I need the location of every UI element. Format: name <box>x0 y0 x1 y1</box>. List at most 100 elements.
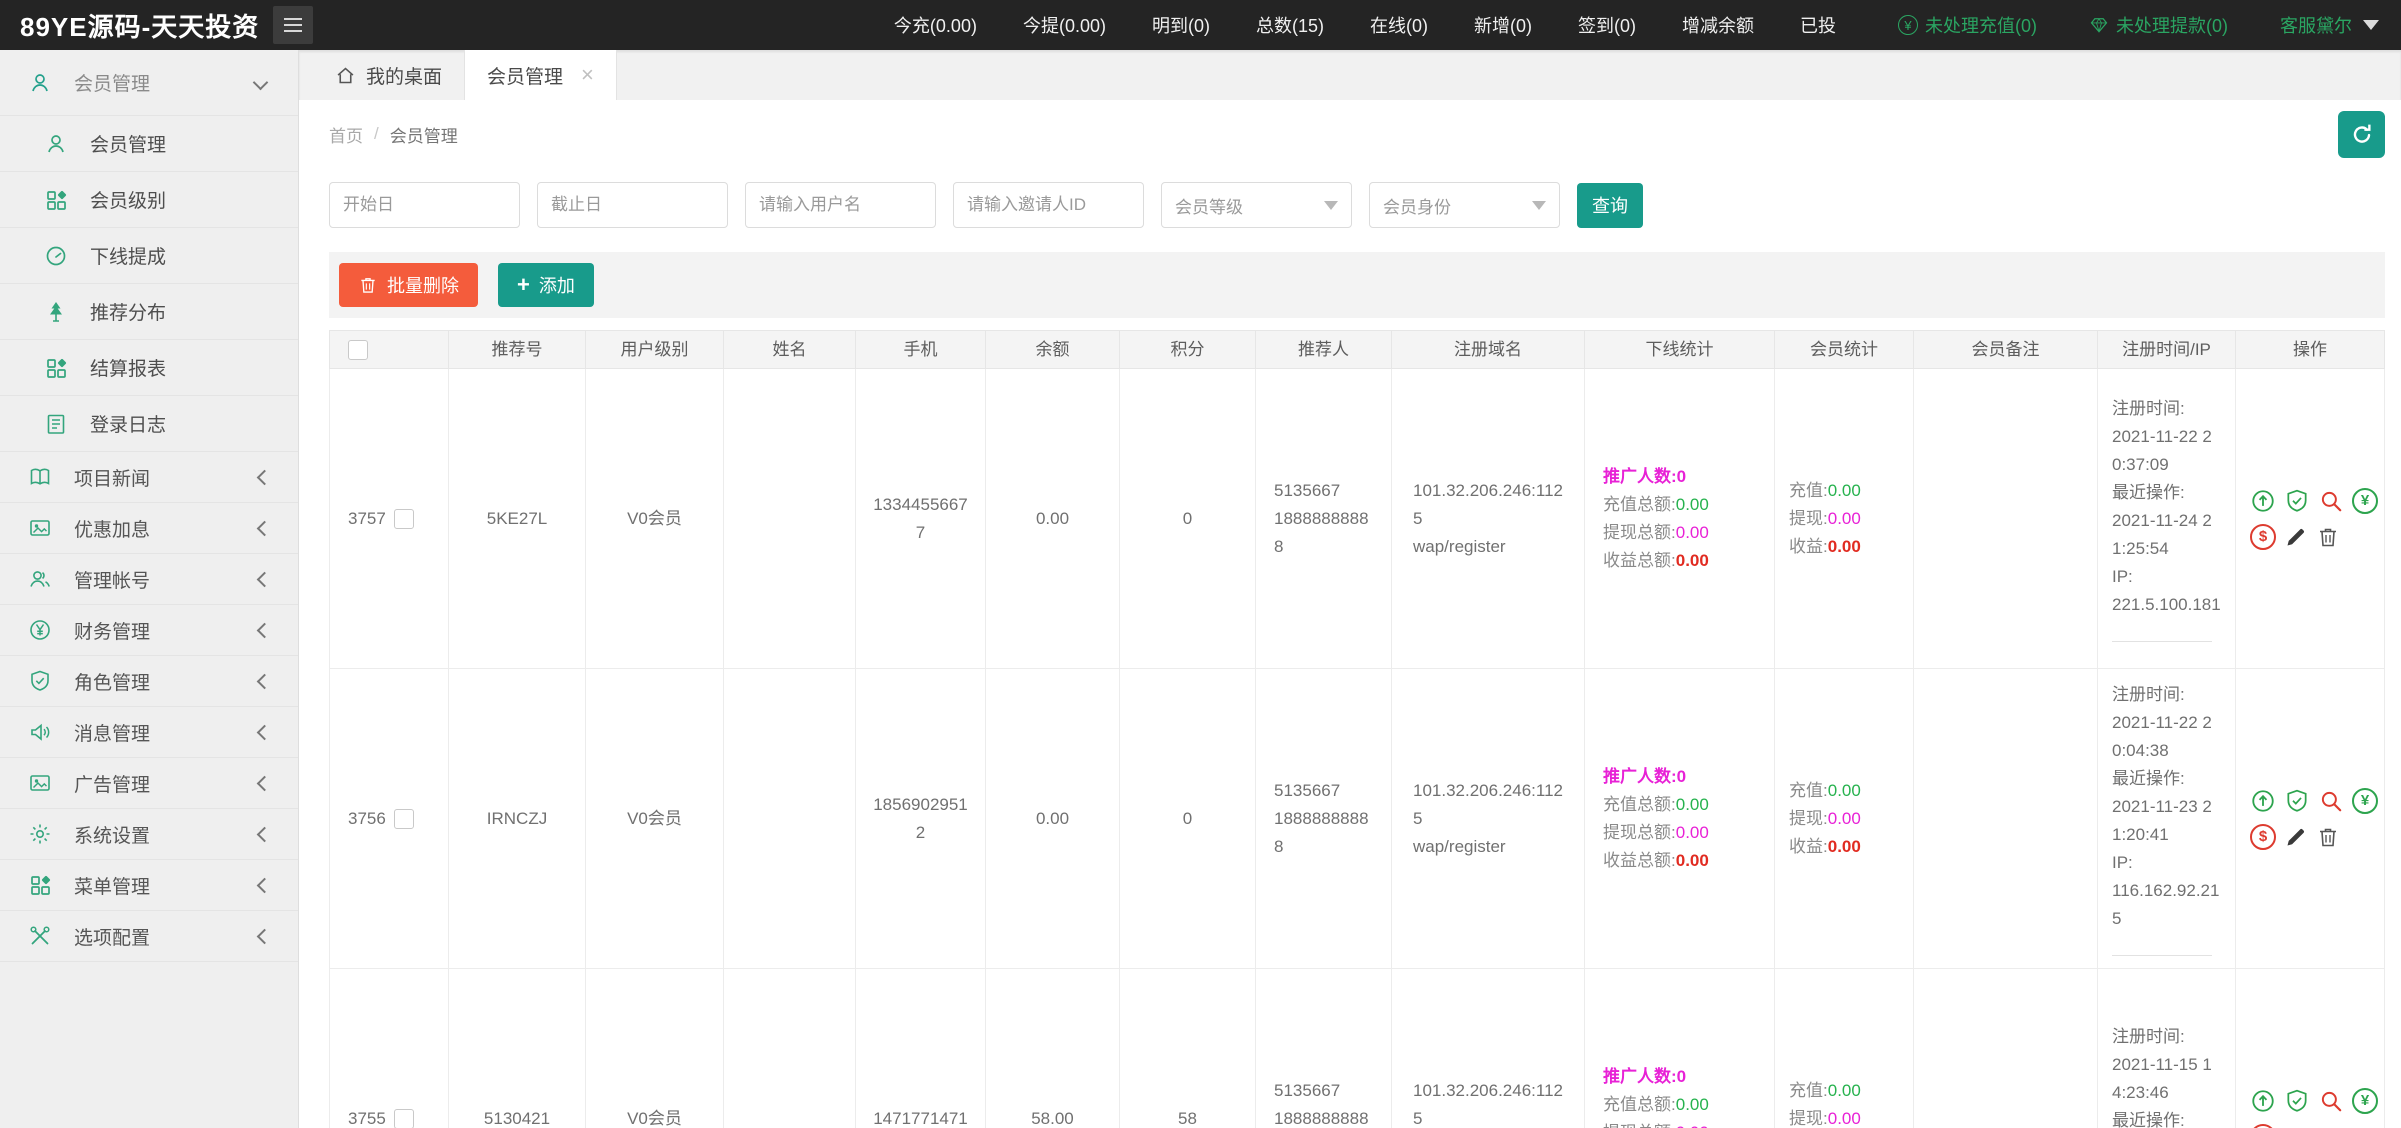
shield-check-icon[interactable] <box>2284 1088 2310 1114</box>
sidebar-item-label: 推荐分布 <box>90 298 166 325</box>
sidebar-group-ads[interactable]: 广告管理 <box>0 758 298 809</box>
chevron-left-icon <box>257 622 273 638</box>
sidebar-group-menu-management[interactable]: 菜单管理 <box>0 860 298 911</box>
edit-icon[interactable] <box>2284 1125 2308 1128</box>
cell-time-ip: 注册时间: 2021-11-15 14:23:46 最近操作: 2021-11-… <box>2098 969 2236 1128</box>
sidebar-item-label: 会员级别 <box>90 186 166 213</box>
close-icon[interactable]: × <box>581 64 594 86</box>
app-window: 89YE源码-天天投资 今充(0.00) 今提(0.00) 明到(0) 总数(1… <box>0 0 2401 1128</box>
yen-circle-icon <box>28 618 52 642</box>
row-checkbox[interactable] <box>394 809 414 829</box>
batch-delete-button[interactable]: 批量删除 <box>339 263 478 307</box>
speaker-icon <box>28 720 52 744</box>
tab-member-management[interactable]: 会员管理 × <box>464 50 617 100</box>
cell-points: 58 <box>1120 969 1256 1128</box>
upgrade-icon[interactable] <box>2250 1088 2276 1114</box>
yen-circle-icon[interactable]: ¥ <box>2352 488 2378 514</box>
end-date-input[interactable] <box>537 182 728 228</box>
search-button[interactable]: 查询 <box>1577 183 1643 228</box>
header-name: 姓名 <box>724 331 856 369</box>
sidebar-section-member-management[interactable]: 会员管理 <box>0 50 298 116</box>
upgrade-icon[interactable] <box>2250 488 2276 514</box>
search-icon[interactable] <box>2318 488 2344 514</box>
search-icon[interactable] <box>2318 788 2344 814</box>
chevron-down-icon <box>253 75 269 91</box>
yen-circle-icon[interactable]: ¥ <box>2352 788 2378 814</box>
sidebar-item-referral-distribution[interactable]: 推荐分布 <box>0 284 298 340</box>
delete-icon[interactable] <box>2316 525 2340 549</box>
stat-due-tomorrow: 明到(0) <box>1152 12 1210 38</box>
member-level-select[interactable]: 会员等级 <box>1161 182 1352 228</box>
member-identity-select[interactable]: 会员身份 <box>1369 182 1560 228</box>
cell-operations: ¥ $ <box>2236 369 2385 669</box>
sidebar-group-messages[interactable]: 消息管理 <box>0 707 298 758</box>
header-remark: 会员备注 <box>1914 331 2098 369</box>
chevron-left-icon <box>257 877 273 893</box>
sidebar-item-label: 下线提成 <box>90 242 166 269</box>
sidebar-group-system-settings[interactable]: 系统设置 <box>0 809 298 860</box>
dollar-circle-icon[interactable]: $ <box>2250 824 2276 850</box>
delete-icon[interactable] <box>2316 1125 2340 1128</box>
stat-invested[interactable]: 已投 <box>1800 12 1836 38</box>
breadcrumb-separator: / <box>374 124 379 144</box>
sidebar-item-downline-commission[interactable]: 下线提成 <box>0 228 298 284</box>
pending-recharge-label: 未处理充值(0) <box>1925 12 2037 38</box>
caret-down-icon <box>1324 201 1338 210</box>
sidebar-group-roles[interactable]: 角色管理 <box>0 656 298 707</box>
pending-recharge-link[interactable]: ¥ 未处理充值(0) <box>1898 12 2037 38</box>
caret-down-icon <box>1532 201 1546 210</box>
sidebar-group-project-news[interactable]: 项目新闻 <box>0 452 298 503</box>
cell-name <box>724 969 856 1128</box>
sidebar-group-finance[interactable]: 财务管理 <box>0 605 298 656</box>
upgrade-icon[interactable] <box>2250 788 2276 814</box>
cell-phone: 13344556677 <box>856 369 986 669</box>
sidebar-item-member-management[interactable]: 会员管理 <box>0 116 298 172</box>
sidebar-group-option-config[interactable]: 选项配置 <box>0 911 298 962</box>
select-all-checkbox[interactable] <box>348 340 368 360</box>
delete-icon[interactable] <box>2316 825 2340 849</box>
username-input[interactable] <box>745 182 936 228</box>
sidebar-group-promo-interest[interactable]: 优惠加息 <box>0 503 298 554</box>
user-menu[interactable]: 客服黛尔 <box>2280 12 2379 38</box>
cell-ref-code: 5130421 <box>449 969 586 1128</box>
dollar-circle-icon[interactable]: $ <box>2250 524 2276 550</box>
header-ref-code: 推荐号 <box>449 331 586 369</box>
shield-check-icon[interactable] <box>2284 788 2310 814</box>
cell-remark <box>1914 969 2098 1128</box>
dollar-circle-icon[interactable]: $ <box>2250 1124 2276 1128</box>
pending-withdraw-link[interactable]: 未处理提款(0) <box>2089 12 2228 38</box>
image-icon <box>28 516 52 540</box>
breadcrumb-home[interactable]: 首页 <box>329 122 363 147</box>
start-date-input[interactable] <box>329 182 520 228</box>
sidebar-item-login-log[interactable]: 登录日志 <box>0 396 298 452</box>
edit-icon[interactable] <box>2284 825 2308 849</box>
sidebar-item-label: 管理帐号 <box>74 566 150 593</box>
shield-check-icon[interactable] <box>2284 488 2310 514</box>
cell-name <box>724 669 856 969</box>
refresh-button[interactable] <box>2338 111 2385 158</box>
user-name: 客服黛尔 <box>2280 12 2352 38</box>
stat-total: 总数(15) <box>1256 12 1324 38</box>
cell-referrer: 5135667 18888888888 <box>1256 369 1392 669</box>
tab-desktop[interactable]: 我的桌面 <box>313 50 464 100</box>
tools-icon <box>28 924 52 948</box>
topbar: 89YE源码-天天投资 今充(0.00) 今提(0.00) 明到(0) 总数(1… <box>0 0 2401 50</box>
cell-balance: 58.00 <box>986 969 1120 1128</box>
row-checkbox[interactable] <box>394 1109 414 1128</box>
home-icon <box>335 65 356 86</box>
divider <box>2112 641 2212 642</box>
sidebar-item-label: 会员管理 <box>90 130 166 157</box>
sidebar-item-settlement-report[interactable]: 结算报表 <box>0 340 298 396</box>
search-icon[interactable] <box>2318 1088 2344 1114</box>
stat-balance-adjust[interactable]: 增减余额 <box>1682 12 1754 38</box>
tab-label: 我的桌面 <box>366 62 442 89</box>
document-icon <box>44 412 68 436</box>
add-button[interactable]: + 添加 <box>498 263 594 307</box>
sidebar-item-member-level[interactable]: 会员级别 <box>0 172 298 228</box>
edit-icon[interactable] <box>2284 525 2308 549</box>
row-checkbox[interactable] <box>394 509 414 529</box>
sidebar-group-admin-accounts[interactable]: 管理帐号 <box>0 554 298 605</box>
yen-circle-icon[interactable]: ¥ <box>2352 1088 2378 1114</box>
menu-toggle-button[interactable] <box>273 6 313 44</box>
inviter-id-input[interactable] <box>953 182 1144 228</box>
